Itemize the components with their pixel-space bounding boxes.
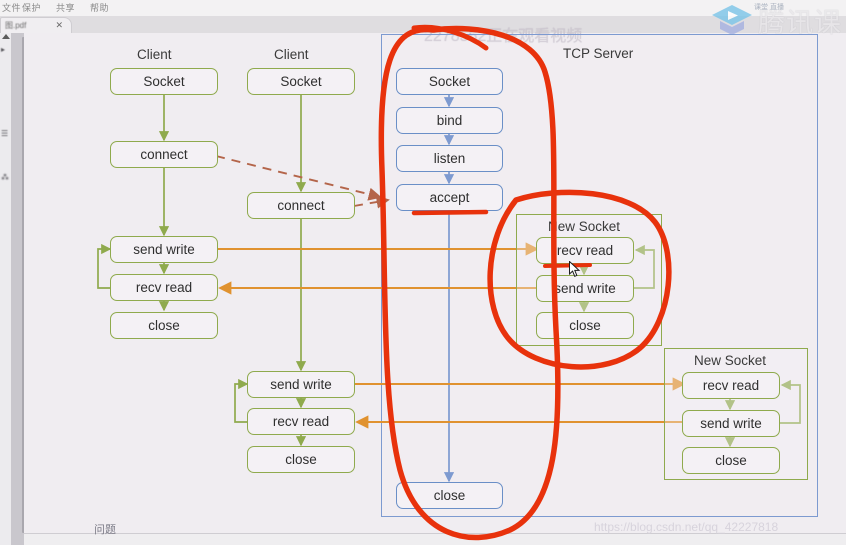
tencent-brand-sub-text: 课堂 直播 (754, 4, 784, 11)
mouse-cursor (569, 260, 581, 279)
close-icon[interactable]: ✕ (55, 20, 63, 30)
tencent-logo-icon (710, 3, 754, 37)
tab-document[interactable]: 图.pdf ✕ (0, 17, 72, 33)
pdf-reader-window: 文件 保护 共享 帮助 图.pdf ✕ ▸ ☰ ⁂ (0, 0, 846, 545)
document-page[interactable] (24, 33, 846, 533)
tab-label: 图.pdf (5, 21, 27, 30)
menu-item-protect[interactable]: 保护 (22, 1, 41, 14)
menu-item-file[interactable]: 文件 (2, 1, 21, 14)
vertical-scrollbar-track[interactable] (11, 33, 35, 545)
rail-bookmark-icon[interactable]: ▸ (1, 45, 5, 54)
page-footer-note: 问题 (94, 524, 116, 536)
scroll-up-icon[interactable] (2, 34, 10, 39)
menu-item-share[interactable]: 共享 (56, 1, 75, 14)
csdn-url-watermark: https://blog.csdn.net/qq_42227818 (594, 520, 779, 534)
menu-item-help[interactable]: 帮助 (90, 1, 109, 14)
viewer-count-watermark: 2278562正在观看视频 (424, 28, 583, 45)
document-status-bar (24, 533, 846, 545)
tencent-classroom-watermark: 腾讯课 课堂 直播 (710, 0, 842, 40)
left-sidebar-rail: ▸ ☰ ⁂ (0, 33, 35, 545)
rail-annotations-icon[interactable]: ⁂ (1, 173, 9, 182)
rail-thumbnails-icon[interactable]: ☰ (1, 129, 8, 138)
